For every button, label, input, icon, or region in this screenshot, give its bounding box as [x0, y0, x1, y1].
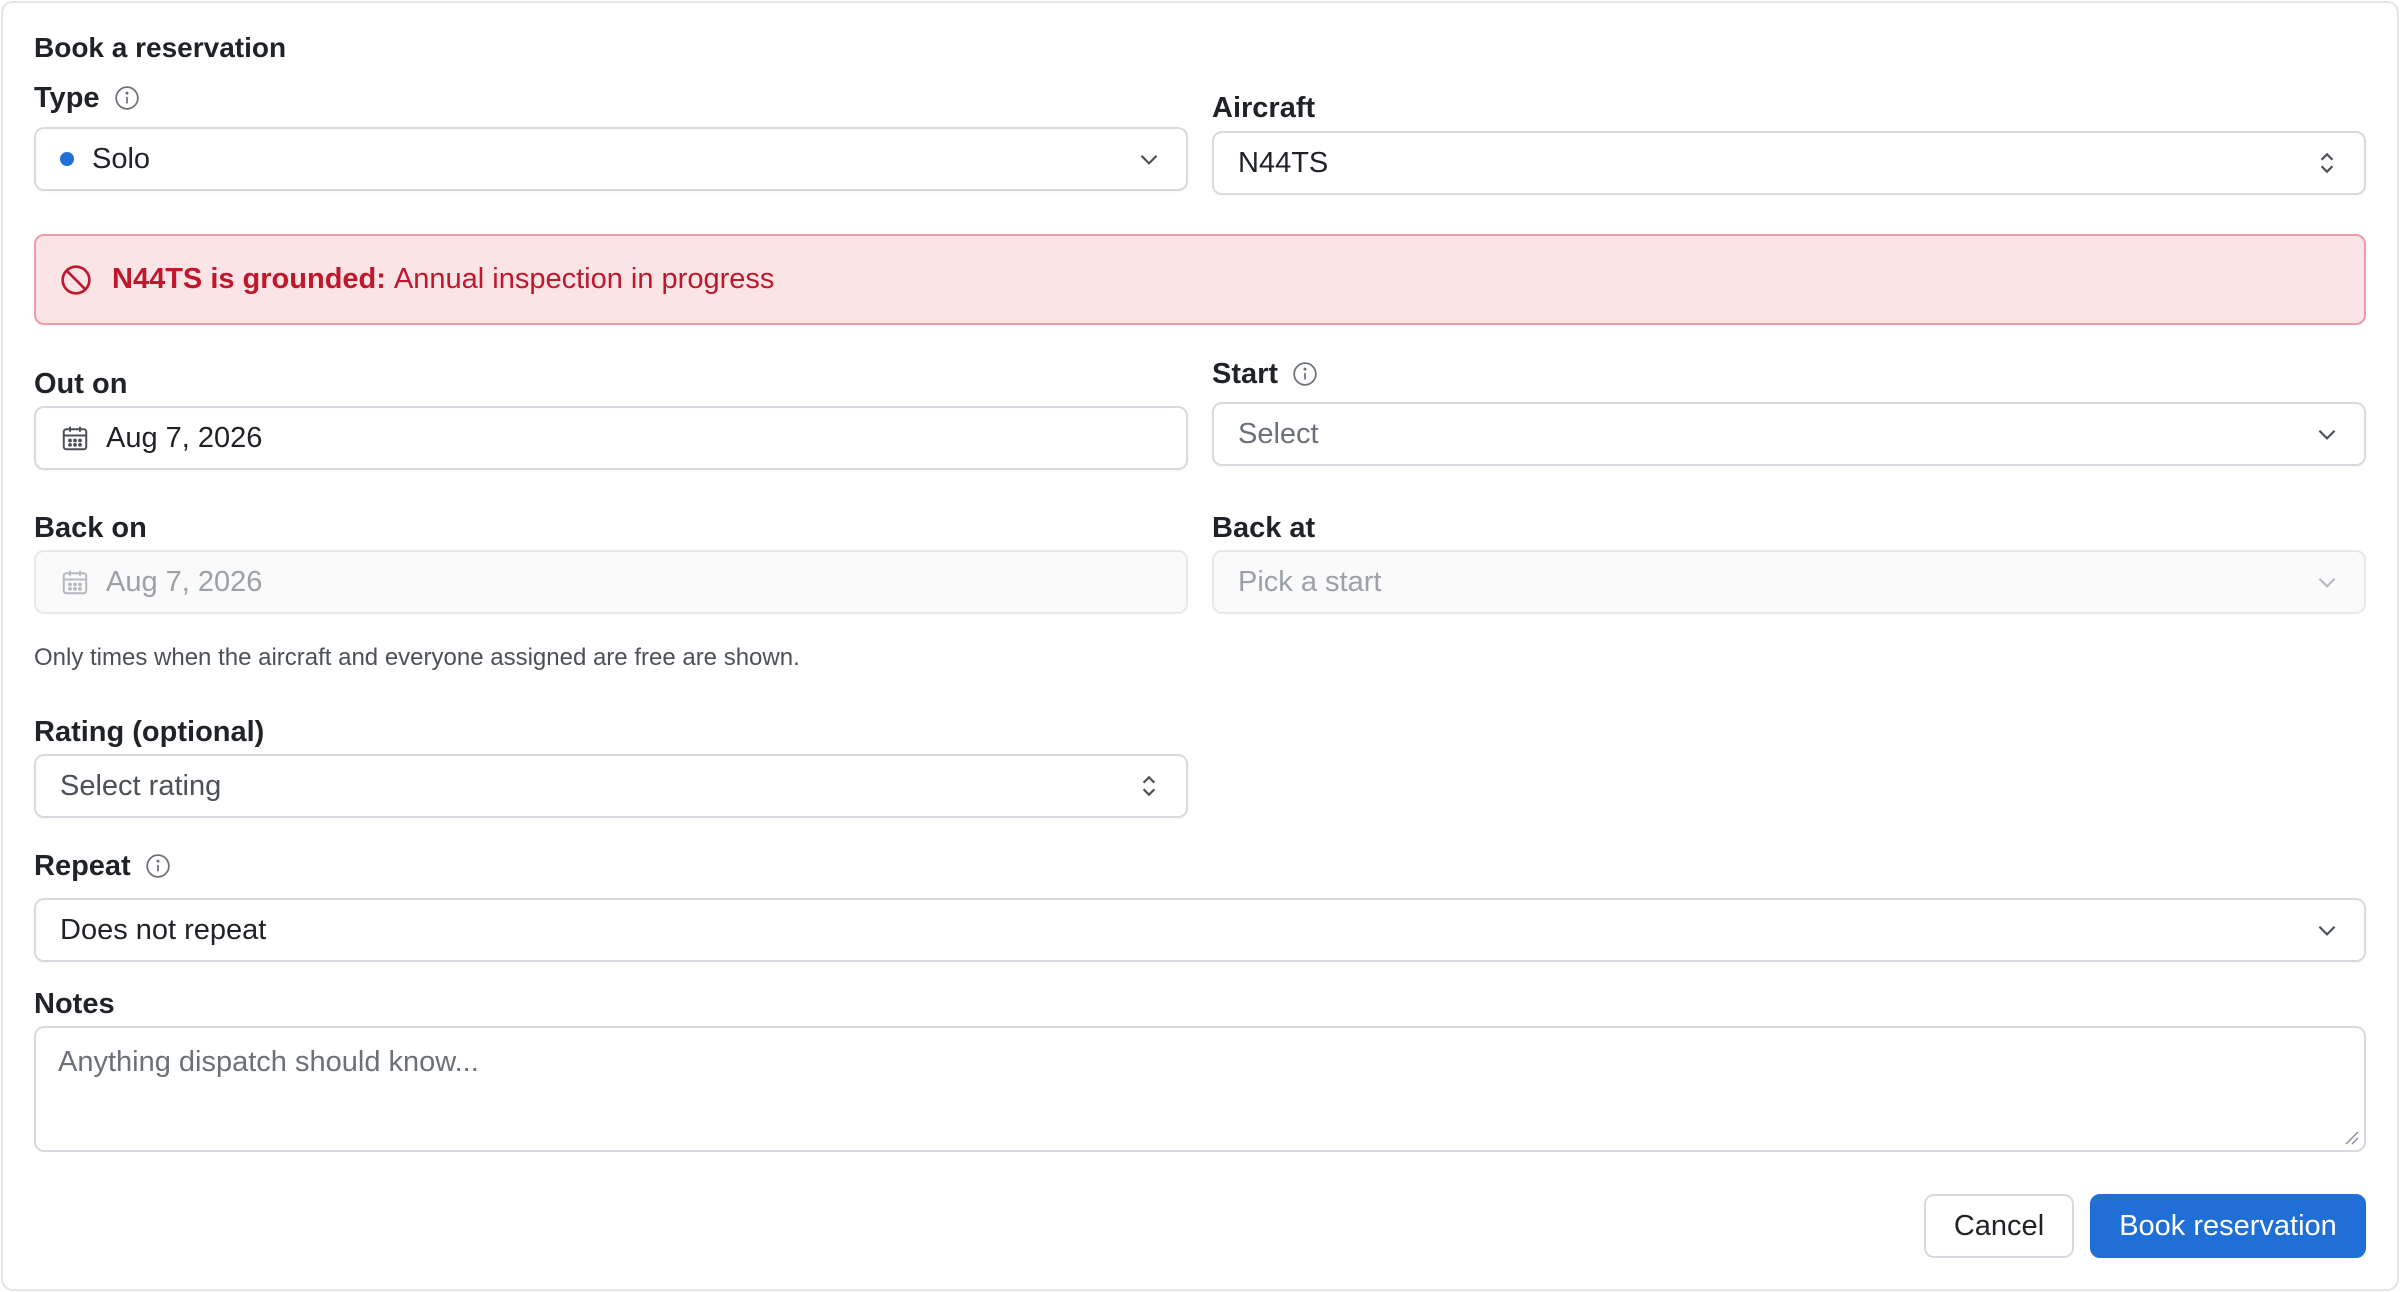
- back-at-placeholder: Pick a start: [1238, 565, 1382, 598]
- aircraft-select[interactable]: N44TS: [1212, 131, 2366, 195]
- aircraft-label: Aircraft: [1212, 92, 1316, 124]
- back-at-label: Back at: [1212, 512, 1316, 544]
- info-icon[interactable]: [1292, 361, 1318, 387]
- info-icon[interactable]: [114, 85, 140, 111]
- chevron-up-down-icon: [2320, 152, 2334, 174]
- notes-textarea[interactable]: Anything dispatch should know...: [34, 1026, 2366, 1152]
- aircraft-value: N44TS: [1238, 146, 1329, 179]
- start-label-row: Start: [1212, 356, 1318, 392]
- cancel-button[interactable]: Cancel: [1924, 1194, 2074, 1258]
- calendar-icon: [62, 426, 88, 451]
- start-select[interactable]: Select: [1212, 402, 2366, 466]
- rating-select[interactable]: Select rating: [34, 754, 1188, 818]
- type-label: Type: [34, 82, 100, 114]
- repeat-label-row: Repeat: [34, 848, 171, 884]
- resize-grip-icon[interactable]: [2342, 1128, 2360, 1146]
- book-reservation-button[interactable]: Book reservation: [2090, 1194, 2366, 1258]
- type-label-row: Type: [34, 80, 140, 116]
- notes-label: Notes: [34, 988, 115, 1020]
- alert-title: N44TS is grounded:: [112, 263, 386, 295]
- back-on-date-input: Aug 7, 2026: [34, 550, 1188, 614]
- dialog-title: Book a reservation: [34, 32, 287, 63]
- ban-icon: [61, 264, 91, 295]
- repeat-label: Repeat: [34, 850, 131, 882]
- availability-hint: Only times when the aircraft and everyon…: [34, 644, 800, 671]
- start-placeholder: Select: [1238, 417, 1319, 450]
- repeat-select[interactable]: Does not repeat: [34, 898, 2366, 962]
- chevron-down-icon: [1140, 154, 1158, 165]
- out-on-value: Aug 7, 2026: [106, 421, 263, 454]
- calendar-icon: [62, 570, 88, 595]
- back-at-select: Pick a start: [1212, 550, 2366, 614]
- back-on-value: Aug 7, 2026: [106, 565, 263, 598]
- start-label: Start: [1212, 358, 1279, 390]
- out-on-date-input[interactable]: Aug 7, 2026: [34, 406, 1188, 470]
- repeat-value: Does not repeat: [60, 913, 267, 946]
- chevron-up-down-icon: [1142, 775, 1156, 797]
- grounded-alert: N44TS is grounded: Annual inspection in …: [34, 234, 2366, 325]
- info-icon[interactable]: [145, 853, 171, 879]
- back-on-label: Back on: [34, 512, 147, 544]
- rating-label: Rating (optional): [34, 716, 265, 748]
- chevron-down-icon: [2318, 429, 2336, 440]
- type-select[interactable]: Solo: [34, 127, 1188, 191]
- rating-placeholder: Select rating: [60, 769, 222, 802]
- chevron-down-icon: [2318, 925, 2336, 936]
- alert-text: Annual inspection in progress: [393, 263, 775, 295]
- notes-placeholder: Anything dispatch should know...: [58, 1046, 479, 1078]
- out-on-label: Out on: [34, 368, 128, 400]
- chevron-down-icon: [2318, 577, 2336, 588]
- type-dot-icon: [60, 152, 74, 166]
- type-value: Solo: [92, 142, 151, 175]
